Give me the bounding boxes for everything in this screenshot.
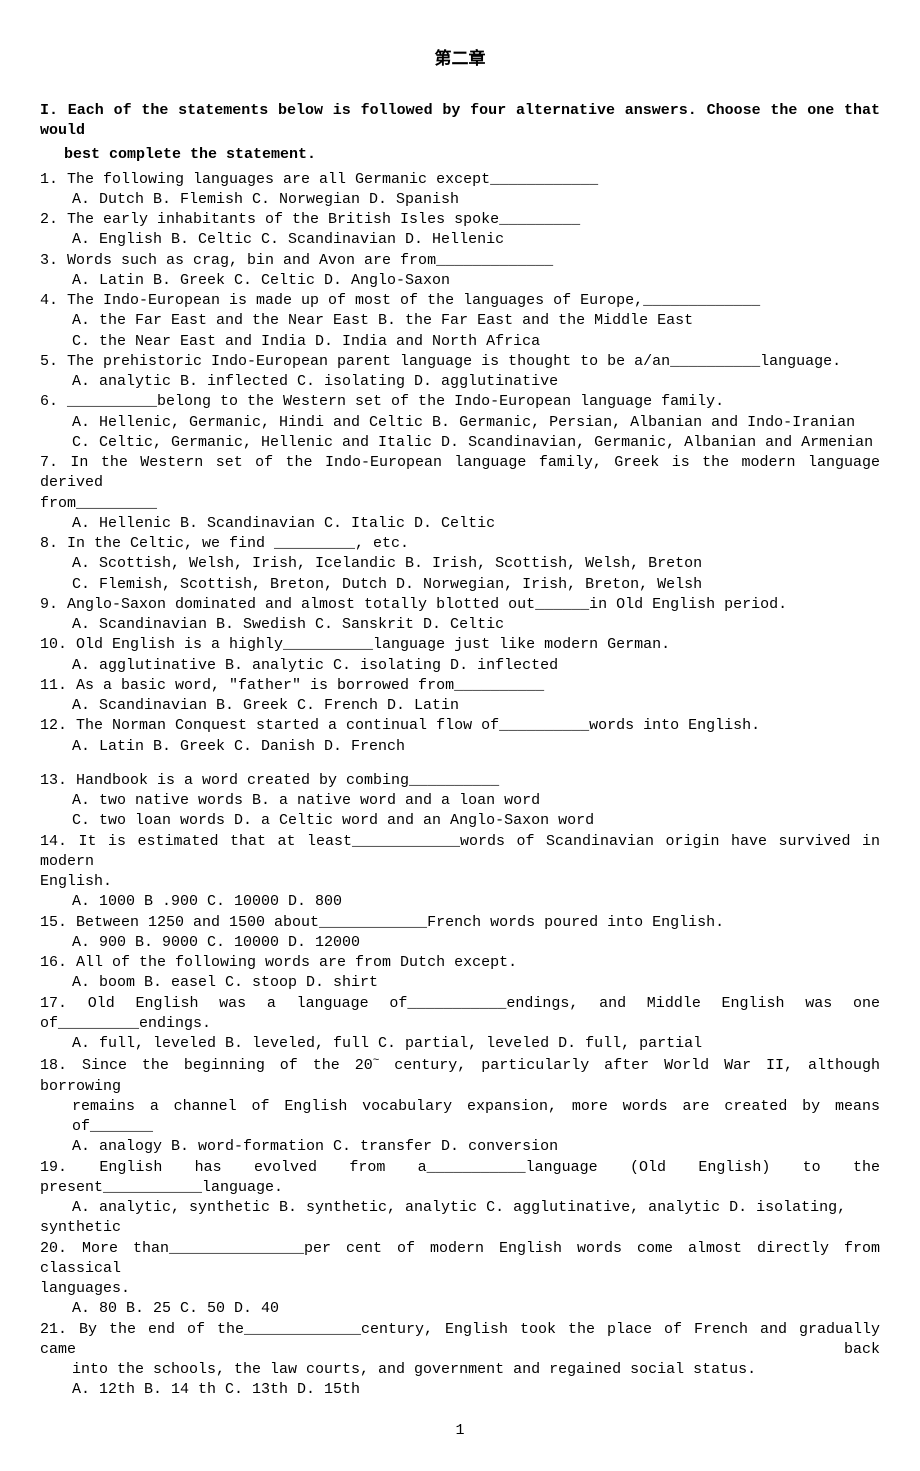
q18-options: A. analogy B. word-formation C. transfer… xyxy=(40,1137,880,1157)
q7-stem-line1: 7. In the Western set of the Indo-Europe… xyxy=(40,453,880,494)
q18-stem-line1: 18. Since the beginning of the 20~ centu… xyxy=(40,1054,880,1097)
q20-stem-line2: languages. xyxy=(40,1279,880,1299)
q18-stem-line2: remains a channel of English vocabulary … xyxy=(40,1097,880,1138)
q15-stem: 15. Between 1250 and 1500 about_________… xyxy=(40,913,880,933)
q2-stem: 2. The early inhabitants of the British … xyxy=(40,210,880,230)
q16-stem: 16. All of the following words are from … xyxy=(40,953,880,973)
q7-options: A. Hellenic B. Scandinavian C. Italic D.… xyxy=(40,514,880,534)
q19-options-row1: A. analytic, synthetic B. synthetic, ana… xyxy=(40,1198,880,1218)
q8-stem: 8. In the Celtic, we find _________, etc… xyxy=(40,534,880,554)
q6-stem: 6. __________belong to the Western set o… xyxy=(40,392,880,412)
q4-stem: 4. The Indo-European is made up of most … xyxy=(40,291,880,311)
q9-options: A. Scandinavian B. Swedish C. Sanskrit D… xyxy=(40,615,880,635)
q18-stem-part1: 18. Since the beginning of the 20 xyxy=(40,1057,373,1074)
q4-options-row2: C. the Near East and India D. India and … xyxy=(40,332,880,352)
section-instructions-line2: best complete the statement. xyxy=(40,145,880,165)
q10-options: A. agglutinative B. analytic C. isolatin… xyxy=(40,656,880,676)
q21-stem-line2: into the schools, the law courts, and go… xyxy=(40,1360,880,1380)
q15-options: A. 900 B. 9000 C. 10000 D. 12000 xyxy=(40,933,880,953)
q3-options: A. Latin B. Greek C. Celtic D. Anglo-Sax… xyxy=(40,271,880,291)
q20-options: A. 80 B. 25 C. 50 D. 40 xyxy=(40,1299,880,1319)
q5-options: A. analytic B. inflected C. isolating D.… xyxy=(40,372,880,392)
q9-stem: 9. Anglo-Saxon dominated and almost tota… xyxy=(40,595,880,615)
q16-options: A. boom B. easel C. stoop D. shirt xyxy=(40,973,880,993)
q6-options-row2: C. Celtic, Germanic, Hellenic and Italic… xyxy=(40,433,880,453)
q8-options-row2: C. Flemish, Scottish, Breton, Dutch D. N… xyxy=(40,575,880,595)
q12-options: A. Latin B. Greek C. Danish D. French xyxy=(40,737,880,757)
q11-options: A. Scandinavian B. Greek C. French D. La… xyxy=(40,696,880,716)
page-number: 1 xyxy=(40,1421,880,1441)
q13-options-row1: A. two native words B. a native word and… xyxy=(40,791,880,811)
spacer xyxy=(40,757,880,771)
q5-stem: 5. The prehistoric Indo-European parent … xyxy=(40,352,880,372)
q14-options: A. 1000 B .900 C. 10000 D. 800 xyxy=(40,892,880,912)
q11-stem: 11. As a basic word, "father" is borrowe… xyxy=(40,676,880,696)
q21-options: A. 12th B. 14 th C. 13th D. 15th xyxy=(40,1380,880,1400)
q2-options: A. English B. Celtic C. Scandinavian D. … xyxy=(40,230,880,250)
q19-options-row2: synthetic xyxy=(40,1218,880,1238)
q14-stem-line1: 14. It is estimated that at least_______… xyxy=(40,832,880,873)
q19-stem: 19. English has evolved from a__________… xyxy=(40,1158,880,1199)
q7-stem-line2: from_________ xyxy=(40,494,880,514)
q1-stem: 1. The following languages are all Germa… xyxy=(40,170,880,190)
q10-stem: 10. Old English is a highly__________lan… xyxy=(40,635,880,655)
q4-options-row1: A. the Far East and the Near East B. the… xyxy=(40,311,880,331)
q14-stem-line2: English. xyxy=(40,872,880,892)
q20-stem-line1: 20. More than_______________per cent of … xyxy=(40,1239,880,1280)
q3-stem: 3. Words such as crag, bin and Avon are … xyxy=(40,251,880,271)
q21-stem-line1: 21. By the end of the_____________centur… xyxy=(40,1320,880,1361)
q8-options-row1: A. Scottish, Welsh, Irish, Icelandic B. … xyxy=(40,554,880,574)
q6-options-row1: A. Hellenic, Germanic, Hindi and Celtic … xyxy=(40,413,880,433)
q12-stem: 12. The Norman Conquest started a contin… xyxy=(40,716,880,736)
section-instructions-line1: I. Each of the statements below is follo… xyxy=(40,101,880,142)
q17-options: A. full, leveled B. leveled, full C. par… xyxy=(40,1034,880,1054)
q1-options: A. Dutch B. Flemish C. Norwegian D. Span… xyxy=(40,190,880,210)
q13-options-row2: C. two loan words D. a Celtic word and a… xyxy=(40,811,880,831)
q13-stem: 13. Handbook is a word created by combin… xyxy=(40,771,880,791)
chapter-title: 第二章 xyxy=(40,50,880,73)
q17-stem: 17. Old English was a language of_______… xyxy=(40,994,880,1035)
